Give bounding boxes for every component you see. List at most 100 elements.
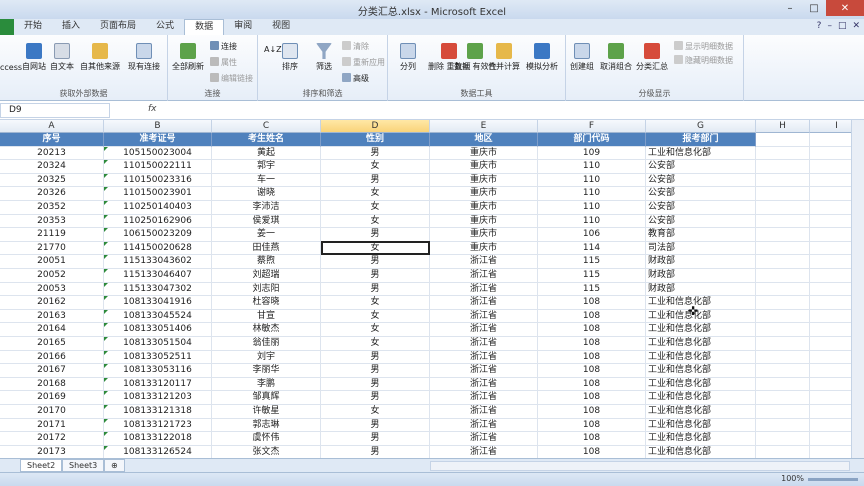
table-cell[interactable]: 108133122018 [104, 432, 212, 446]
column-header-a[interactable]: A [0, 120, 104, 133]
table-cell[interactable]: 20171 [0, 418, 104, 433]
table-cell[interactable]: 114 [538, 241, 646, 256]
tab-formulas[interactable]: 公式 [146, 19, 184, 35]
table-cell[interactable]: 女 [321, 214, 430, 229]
advanced-button[interactable]: 高级 [342, 73, 369, 84]
table-cell[interactable]: 108 [538, 350, 646, 365]
header-cell[interactable]: 地区 [430, 133, 538, 147]
table-cell[interactable]: 108133052511 [104, 350, 212, 365]
table-cell[interactable] [756, 405, 810, 419]
table-cell[interactable]: 男 [321, 350, 430, 365]
sort-button[interactable]: 排序 [282, 43, 298, 72]
workbook-close-icon[interactable]: ✕ [852, 21, 860, 31]
properties-button[interactable]: 属性 [210, 57, 237, 68]
header-cell[interactable]: 性别 [321, 133, 430, 147]
table-cell[interactable]: 115133047302 [104, 282, 212, 297]
table-cell[interactable]: 工业和信息化部 [646, 418, 756, 433]
header-cell[interactable]: 准考证号 [104, 133, 212, 147]
sheet-tab-sheet2[interactable]: Sheet2 [20, 459, 63, 472]
table-cell[interactable]: 浙江省 [430, 432, 538, 446]
table-cell[interactable]: 男 [321, 418, 430, 433]
ribbon-minimize-icon[interactable]: – [827, 21, 832, 31]
table-cell[interactable]: 108133051406 [104, 323, 212, 337]
table-cell[interactable]: 115 [538, 255, 646, 269]
table-cell[interactable]: 男 [321, 255, 430, 269]
reapply-button[interactable]: 重新应用 [342, 57, 385, 68]
table-cell[interactable]: 重庆市 [430, 214, 538, 229]
edit-links-button[interactable]: 编辑链接 [210, 73, 253, 84]
table-cell[interactable]: 115133046407 [104, 269, 212, 283]
table-cell[interactable]: 杜容晓 [212, 296, 321, 310]
table-cell[interactable] [756, 187, 810, 201]
table-cell[interactable] [756, 337, 810, 351]
table-cell[interactable]: 工业和信息化部 [646, 309, 756, 324]
table-cell[interactable]: 108133121318 [104, 405, 212, 419]
table-cell[interactable]: 浙江省 [430, 350, 538, 365]
table-cell[interactable] [756, 323, 810, 337]
table-cell[interactable]: 刘超瑞 [212, 269, 321, 283]
table-cell[interactable]: 20167 [0, 364, 104, 378]
table-cell[interactable]: 110 [538, 187, 646, 201]
table-cell[interactable]: 108133121723 [104, 418, 212, 433]
table-cell[interactable] [756, 282, 810, 297]
sheet-tab-sheet3[interactable]: Sheet3 [62, 459, 105, 472]
table-cell[interactable]: 110 [538, 173, 646, 188]
table-cell[interactable]: 重庆市 [430, 187, 538, 201]
table-cell[interactable] [756, 391, 810, 405]
table-cell[interactable]: 郭宇 [212, 160, 321, 174]
table-cell[interactable]: 20172 [0, 432, 104, 446]
table-cell[interactable]: 20162 [0, 296, 104, 310]
consolidate-button[interactable]: 合并计算 [488, 43, 520, 72]
table-cell[interactable]: 20052 [0, 269, 104, 283]
table-cell[interactable]: 浙江省 [430, 337, 538, 351]
tab-page-layout[interactable]: 页面布局 [90, 19, 146, 35]
table-cell[interactable]: 公安部 [646, 173, 756, 188]
table-cell[interactable]: 浙江省 [430, 296, 538, 310]
table-cell[interactable]: 男 [321, 391, 430, 405]
table-cell[interactable] [756, 377, 810, 392]
table-cell[interactable]: 公安部 [646, 201, 756, 215]
table-cell[interactable]: 田佳燕 [212, 241, 321, 256]
connections-button[interactable]: 连接 [210, 41, 237, 52]
workbook-restore-icon[interactable]: □ [838, 21, 847, 31]
table-cell[interactable]: 翁佳丽 [212, 337, 321, 351]
table-cell[interactable]: 108133120117 [104, 377, 212, 392]
table-cell[interactable]: 姜一 [212, 228, 321, 242]
table-cell[interactable]: 浙江省 [430, 269, 538, 283]
table-cell[interactable] [756, 269, 810, 283]
table-cell[interactable] [756, 350, 810, 365]
table-cell[interactable]: 108133045524 [104, 309, 212, 324]
table-cell[interactable]: 浙江省 [430, 255, 538, 269]
table-cell[interactable]: 女 [321, 160, 430, 174]
file-tab[interactable] [0, 19, 14, 35]
zoom-level[interactable]: 100% [781, 474, 804, 483]
table-cell[interactable]: 重庆市 [430, 201, 538, 215]
existing-connections-button[interactable]: 现有连接 [128, 43, 160, 72]
table-cell[interactable]: 男 [321, 282, 430, 297]
column-header-g[interactable]: G [646, 120, 756, 133]
table-cell[interactable]: 教育部 [646, 228, 756, 242]
tab-data[interactable]: 数据 [184, 19, 225, 35]
table-cell[interactable] [756, 160, 810, 174]
table-cell[interactable]: 浙江省 [430, 282, 538, 297]
ungroup-button[interactable]: 取消组合 [600, 43, 632, 72]
table-cell[interactable]: 虞怀伟 [212, 432, 321, 446]
table-cell[interactable] [756, 432, 810, 446]
header-cell[interactable] [756, 133, 810, 147]
table-cell[interactable]: 21770 [0, 241, 104, 256]
table-cell[interactable]: 108 [538, 391, 646, 405]
table-cell[interactable]: 20164 [0, 323, 104, 337]
table-cell[interactable]: 108133041916 [104, 296, 212, 310]
group-button[interactable]: 创建组 [570, 43, 594, 72]
table-cell[interactable]: 105150023004 [104, 146, 212, 161]
table-cell[interactable]: 20163 [0, 309, 104, 324]
table-cell[interactable]: 重庆市 [430, 146, 538, 161]
header-cell[interactable]: 考生姓名 [212, 133, 321, 147]
table-cell[interactable]: 108 [538, 337, 646, 351]
horizontal-scrollbar[interactable] [430, 461, 850, 471]
table-cell[interactable]: 蔡煦 [212, 255, 321, 269]
table-cell[interactable]: 女 [321, 241, 430, 256]
table-cell[interactable]: 114150020628 [104, 241, 212, 256]
sort-az-button[interactable]: A↓Z [264, 45, 282, 54]
show-detail-button[interactable]: 显示明细数据 [674, 41, 733, 52]
